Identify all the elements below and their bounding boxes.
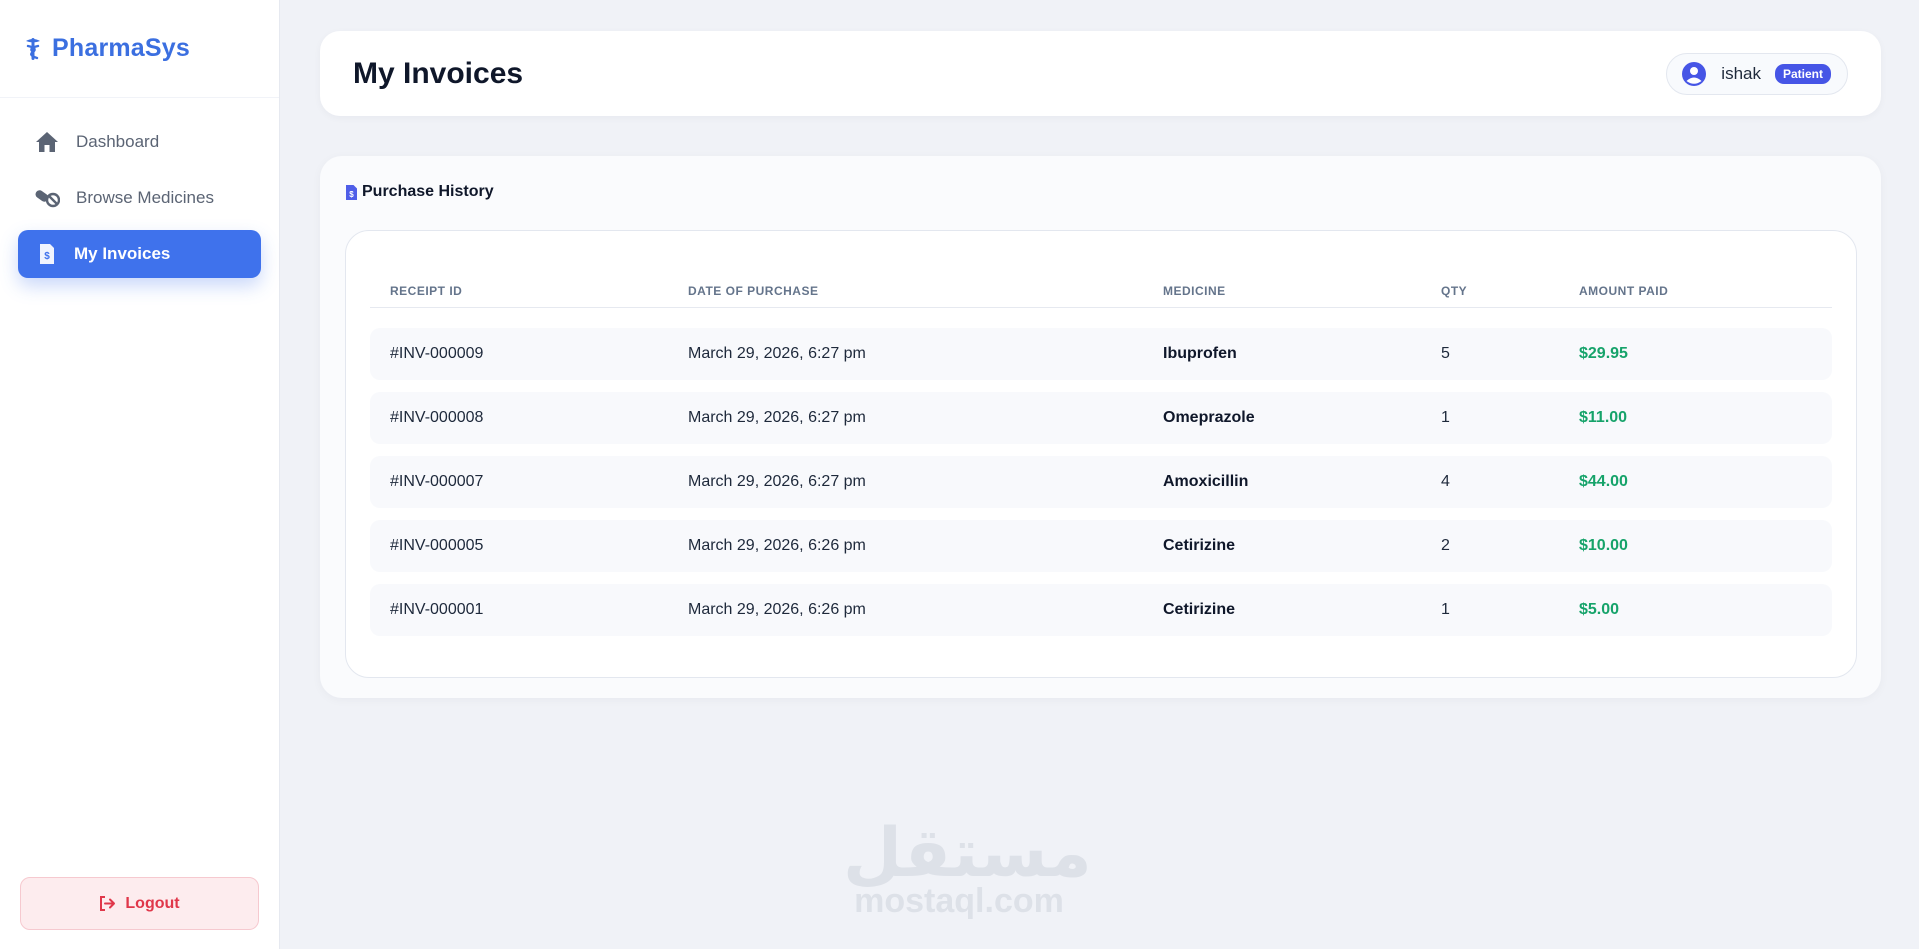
table-row[interactable]: #INV-000005 March 29, 2026, 6:26 pm Ceti… <box>370 520 1832 572</box>
svg-text:$: $ <box>44 251 50 262</box>
invoice-icon: $ <box>34 243 60 265</box>
column-header-date: DATE OF PURCHASE <box>688 284 819 298</box>
amount-paid: $11.00 <box>1579 409 1628 426</box>
watermark: مستقل mostaql.com <box>843 814 1092 920</box>
medicine-name: Cetirizine <box>1163 601 1236 618</box>
logout-label: Logout <box>125 894 180 912</box>
receipt-id: #INV-000008 <box>390 409 484 426</box>
quantity: 1 <box>1441 601 1450 618</box>
table-row[interactable]: #INV-000009 March 29, 2026, 6:27 pm Ibup… <box>370 328 1832 380</box>
medicine-name: Amoxicillin <box>1163 473 1249 490</box>
caduceus-icon <box>22 36 44 62</box>
sidebar-item-label: My Invoices <box>74 244 171 263</box>
sidebar: PharmaSys Dashboard Browse Medicines $ M… <box>0 0 280 949</box>
purchase-date: March 29, 2026, 6:27 pm <box>688 345 866 362</box>
table-header: RECEIPT ID DATE OF PURCHASE MEDICINE QTY… <box>370 271 1832 308</box>
page-header: My Invoices ishak Patient <box>320 31 1881 116</box>
medicine-name: Omeprazole <box>1163 409 1255 426</box>
sidebar-item-label: Browse Medicines <box>76 188 214 207</box>
receipt-id: #INV-000005 <box>390 537 484 554</box>
sidebar-item-my-invoices[interactable]: $ My Invoices <box>18 230 261 278</box>
home-icon <box>34 131 60 153</box>
card-title-text: Purchase History <box>362 183 494 200</box>
receipt-id: #INV-000007 <box>390 473 484 490</box>
watermark-arabic: مستقل <box>843 814 1092 893</box>
amount-paid: $44.00 <box>1579 473 1628 490</box>
watermark-latin: mostaql.com <box>854 882 1064 920</box>
table-row[interactable]: #INV-000007 March 29, 2026, 6:27 pm Amox… <box>370 456 1832 508</box>
amount-paid: $29.95 <box>1579 345 1628 362</box>
sidebar-nav: Dashboard Browse Medicines $ My Invoices <box>0 98 279 278</box>
quantity: 2 <box>1441 537 1450 554</box>
quantity: 4 <box>1441 473 1450 490</box>
svg-text:$: $ <box>349 190 354 199</box>
receipt-id: #INV-000009 <box>390 345 484 362</box>
user-name: ishak <box>1721 63 1761 83</box>
pills-icon <box>34 187 60 209</box>
medicine-name: Cetirizine <box>1163 537 1236 554</box>
column-header-receipt-id: RECEIPT ID <box>390 284 463 298</box>
user-profile[interactable]: ishak Patient <box>1666 52 1848 95</box>
column-header-qty: QTY <box>1441 284 1468 298</box>
amount-paid: $5.00 <box>1579 601 1620 618</box>
purchase-date: March 29, 2026, 6:26 pm <box>688 601 866 618</box>
sidebar-item-browse-medicines[interactable]: Browse Medicines <box>18 174 261 222</box>
invoices-table: RECEIPT ID DATE OF PURCHASE MEDICINE QTY… <box>345 230 1857 678</box>
quantity: 5 <box>1441 345 1450 362</box>
logout-button[interactable]: Logout <box>20 877 259 930</box>
purchase-date: March 29, 2026, 6:27 pm <box>688 409 866 426</box>
brand-name: PharmaSys <box>52 34 190 62</box>
purchase-date: March 29, 2026, 6:26 pm <box>688 537 866 554</box>
page-title: My Invoices <box>353 56 524 90</box>
purchase-history-card: $ Purchase History RECEIPT ID DATE OF PU… <box>320 156 1881 698</box>
sign-out-icon <box>99 896 116 911</box>
user-avatar-icon <box>1681 61 1707 87</box>
role-badge: Patient <box>1774 63 1831 84</box>
medicine-name: Ibuprofen <box>1163 345 1237 362</box>
column-header-medicine: MEDICINE <box>1163 284 1226 298</box>
sidebar-item-label: Dashboard <box>76 132 160 151</box>
amount-paid: $10.00 <box>1579 537 1628 554</box>
purchase-date: March 29, 2026, 6:27 pm <box>688 473 866 490</box>
table-row[interactable]: #INV-000001 March 29, 2026, 6:26 pm Ceti… <box>370 584 1832 636</box>
column-header-amount-paid: AMOUNT PAID <box>1579 284 1669 298</box>
sidebar-item-dashboard[interactable]: Dashboard <box>18 118 261 166</box>
invoice-icon: $ <box>345 184 358 201</box>
purchase-history-title: $ Purchase History <box>345 183 494 201</box>
quantity: 1 <box>1441 409 1450 426</box>
brand[interactable]: PharmaSys <box>0 0 279 98</box>
receipt-id: #INV-000001 <box>390 601 484 618</box>
table-row[interactable]: #INV-000008 March 29, 2026, 6:27 pm Omep… <box>370 392 1832 444</box>
